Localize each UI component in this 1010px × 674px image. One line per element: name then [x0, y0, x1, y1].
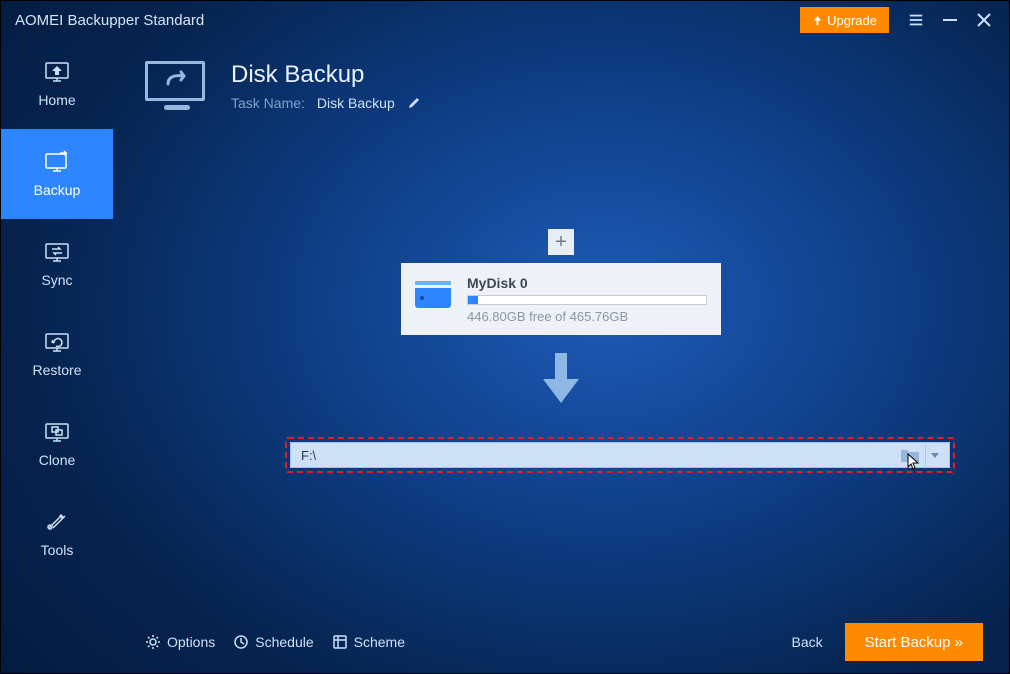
upgrade-button[interactable]: Upgrade — [800, 7, 889, 33]
disk-name: MyDisk 0 — [467, 275, 707, 291]
schedule-label: Schedule — [255, 634, 313, 650]
sidebar-item-home[interactable]: Home — [1, 39, 113, 129]
sidebar-item-restore[interactable]: Restore — [1, 309, 113, 399]
task-name-label: Task Name: — [231, 95, 305, 111]
minimize-icon[interactable] — [933, 3, 967, 37]
disk-free-text: 446.80GB free of 465.76GB — [467, 309, 707, 324]
page-header: Disk Backup Task Name: Disk Backup — [113, 39, 1009, 115]
disk-usage-bar — [467, 295, 707, 305]
arrow-down-icon — [541, 353, 581, 408]
page-title: Disk Backup — [231, 61, 421, 89]
app-window: AOMEI Backupper Standard Upgrade Home Ba… — [0, 0, 1010, 674]
edit-task-name-icon[interactable] — [407, 96, 421, 110]
schedule-button[interactable]: Schedule — [233, 634, 313, 650]
footer-bar: Options Schedule Scheme Back Start Backu… — [113, 611, 1009, 673]
title-bar: AOMEI Backupper Standard Upgrade — [1, 1, 1009, 39]
start-backup-button[interactable]: Start Backup » — [845, 623, 983, 661]
close-icon[interactable] — [967, 3, 1001, 37]
disk-backup-icon — [145, 61, 209, 115]
options-label: Options — [167, 634, 215, 650]
upgrade-icon — [812, 15, 823, 26]
destination-path-text: F:\ — [301, 448, 316, 463]
sidebar-item-clone[interactable]: Clone — [1, 399, 113, 489]
task-name-value: Disk Backup — [317, 95, 395, 111]
app-title: AOMEI Backupper Standard — [15, 12, 204, 29]
sidebar-label: Sync — [41, 272, 72, 288]
scheme-button[interactable]: Scheme — [332, 634, 405, 650]
destination-highlight: F:\ — [285, 437, 955, 473]
destination-dropdown-icon[interactable] — [925, 443, 943, 467]
sidebar-item-sync[interactable]: Sync — [1, 219, 113, 309]
sidebar-label: Restore — [32, 362, 81, 378]
destination-path-input[interactable]: F:\ — [290, 442, 950, 468]
cursor-icon — [907, 453, 923, 473]
upgrade-label: Upgrade — [827, 13, 877, 28]
sidebar: Home Backup Sync Restore Clone Tools — [1, 39, 113, 673]
sidebar-label: Tools — [41, 542, 74, 558]
sidebar-label: Clone — [39, 452, 76, 468]
sidebar-item-backup[interactable]: Backup — [1, 129, 113, 219]
back-button[interactable]: Back — [791, 634, 822, 650]
sidebar-label: Backup — [34, 182, 81, 198]
add-disk-button[interactable]: + — [548, 229, 574, 255]
options-button[interactable]: Options — [145, 634, 215, 650]
menu-list-icon[interactable] — [899, 3, 933, 37]
main-area: Disk Backup Task Name: Disk Backup + MyD… — [113, 39, 1009, 673]
disk-icon — [415, 281, 453, 317]
sidebar-label: Home — [38, 92, 75, 108]
backup-flow: + MyDisk 0 446.80GB free of 465.76GB — [113, 229, 1009, 424]
task-name-row: Task Name: Disk Backup — [231, 95, 421, 111]
sidebar-item-tools[interactable]: Tools — [1, 489, 113, 579]
scheme-label: Scheme — [354, 634, 405, 650]
source-disk-card[interactable]: MyDisk 0 446.80GB free of 465.76GB — [401, 263, 721, 335]
